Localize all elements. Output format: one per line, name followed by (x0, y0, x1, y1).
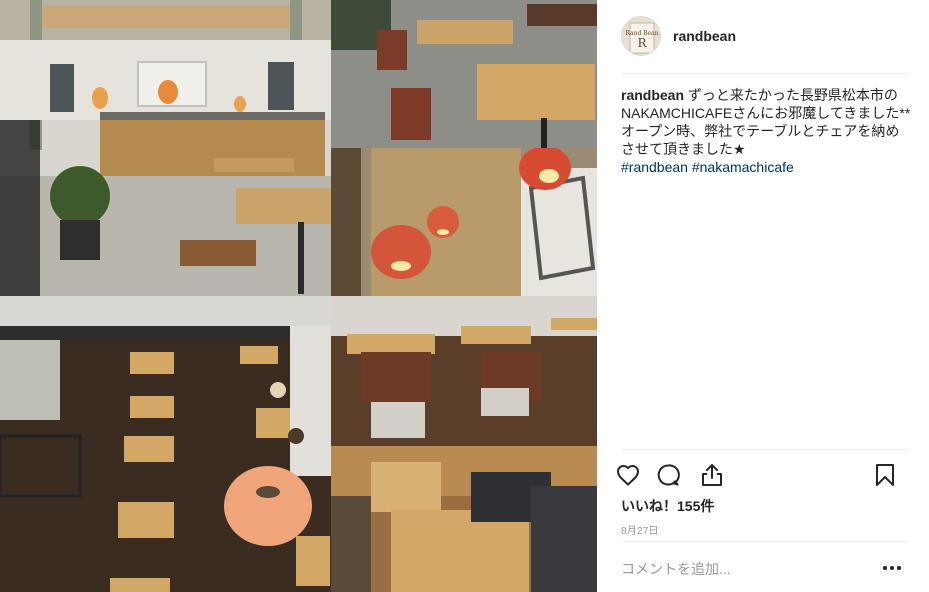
photo-tile-dining (331, 296, 597, 446)
comment-bar (621, 541, 908, 592)
comment-input[interactable] (621, 559, 861, 579)
post-photo[interactable] (0, 0, 597, 592)
photo-tile-lamps (331, 148, 597, 296)
photo-tile-tables (331, 0, 597, 148)
photo-tile-counter (0, 0, 331, 296)
likes-count[interactable]: いいね！155件 (621, 496, 714, 516)
hashtag-nakamachicafe[interactable]: #nakamachicafe (692, 159, 794, 175)
caption-hashtags: #randbean #nakamachicafe (621, 158, 911, 176)
post-details-panel: Rand Bean R randbean randbean ずっと来たかった長野… (597, 0, 929, 592)
heart-icon[interactable] (615, 462, 641, 488)
hashtag-randbean[interactable]: #randbean (621, 159, 688, 175)
comment-bubble-icon[interactable] (655, 462, 681, 488)
action-bar (616, 449, 908, 499)
photo-tile-sofa (331, 446, 597, 592)
caption-username[interactable]: randbean (621, 87, 684, 103)
post-header: Rand Bean R randbean (621, 16, 908, 74)
svg-text:R: R (637, 36, 647, 50)
avatar[interactable]: Rand Bean R (621, 16, 661, 56)
header-username[interactable]: randbean (673, 28, 736, 44)
post-date[interactable]: 8月27日 (621, 522, 659, 537)
caption-paragraph-1: randbean ずっと来たかった長野県松本市のNAKAMCHICAFEさんにお… (621, 86, 911, 122)
caption-text-2: オープン時、弊社でテーブルとチェアを納めさせて頂きました★ (621, 123, 900, 157)
post-caption: randbean ずっと来たかった長野県松本市のNAKAMCHICAFEさんにお… (621, 86, 911, 176)
share-icon[interactable] (699, 462, 725, 488)
photo-tile-overhead (0, 296, 331, 592)
bookmark-icon[interactable] (872, 462, 898, 488)
more-options-icon[interactable] (880, 560, 904, 576)
